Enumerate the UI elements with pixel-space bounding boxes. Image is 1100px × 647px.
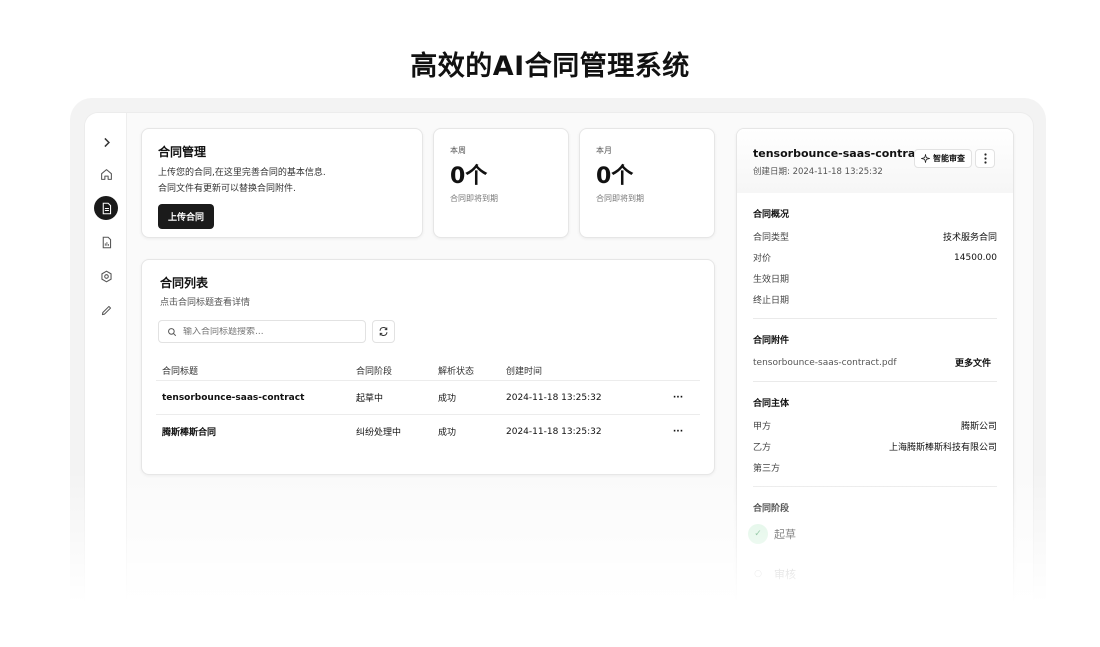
- stages-heading: 合同阶段: [753, 504, 790, 514]
- contract-title-link[interactable]: tensorbounce-saas-contract: [156, 393, 356, 403]
- stat-label: 本月: [596, 146, 612, 155]
- stage-item: ✓ 起草: [748, 520, 997, 548]
- column-header-status[interactable]: 解析状态: [438, 364, 506, 377]
- search-icon: [168, 327, 177, 336]
- pencil-icon[interactable]: [95, 299, 117, 321]
- check-icon: ✓: [748, 524, 768, 544]
- table-header: 合同标题 合同阶段 解析状态 创建时间: [156, 360, 700, 380]
- column-header-stage[interactable]: 合同阶段: [356, 364, 438, 377]
- contract-detail-panel: tensorbounce-saas-contract 创建日期: 2024-11…: [736, 128, 1014, 647]
- contract-title-link[interactable]: 腾斯棒斯合同: [156, 425, 356, 438]
- field-label: 终止日期: [753, 296, 790, 306]
- detail-header: tensorbounce-saas-contract 创建日期: 2024-11…: [737, 129, 1013, 193]
- attachments-heading: 合同附件: [753, 336, 790, 346]
- more-files-button[interactable]: 更多文件: [955, 356, 997, 369]
- more-vertical-icon: [983, 153, 987, 164]
- attachment-row: tensorbounce-saas-contract.pdf 更多文件: [753, 352, 997, 373]
- overview-heading: 合同概况: [753, 210, 790, 220]
- document-icon[interactable]: [94, 196, 118, 220]
- upload-contract-button[interactable]: 上传合同: [158, 204, 215, 229]
- sparkle-icon: [921, 154, 930, 163]
- overview-row: 对价 14500.00: [753, 247, 997, 268]
- stat-card-month: 本月 0个 合同即将到期: [579, 128, 715, 238]
- contract-list-card: 合同列表 点击合同标题查看详情 合同标题 合同阶段 解析状态 创建时间 tens…: [141, 259, 715, 475]
- field-value: 腾斯公司: [960, 422, 997, 432]
- sidebar: [85, 113, 127, 647]
- field-label: 第三方: [753, 464, 781, 474]
- contract-stage: 纠纷处理中: [356, 428, 402, 438]
- field-value: 上海腾斯棒斯科技有限公司: [888, 443, 997, 453]
- overview-section: 合同概况 合同类型 技术服务合同 对价 14500.00 生效日期 终止日期: [737, 193, 1013, 310]
- page-title: 高效的AI合同管理系统: [410, 51, 690, 82]
- contract-list-title: 合同列表: [160, 276, 209, 290]
- settings-icon[interactable]: [95, 265, 117, 287]
- field-value: 技术服务合同: [942, 233, 997, 243]
- more-vertical-button[interactable]: [975, 149, 995, 168]
- column-header-created[interactable]: 创建时间: [506, 364, 656, 377]
- stat-caption: 合同即将到期: [596, 194, 644, 203]
- stage-label: 审核: [774, 568, 796, 581]
- contract-list-subtitle: 点击合同标题查看详情: [160, 298, 251, 308]
- party-row: 甲方 腾斯公司: [753, 415, 997, 436]
- row-more-button[interactable]: ···: [656, 393, 700, 403]
- pending-dot-icon: ○: [754, 569, 762, 579]
- refresh-icon: [379, 327, 388, 336]
- stat-value: 0个: [596, 164, 634, 189]
- management-description: 上传您的合同,在这里完善合同的基本信息.合同文件有更新可以替换合同附件.: [158, 168, 326, 194]
- party-row: 乙方 上海腾斯棒斯科技有限公司: [753, 436, 997, 457]
- search-input[interactable]: [183, 326, 363, 337]
- parties-section: 合同主体 甲方 腾斯公司 乙方 上海腾斯棒斯科技有限公司 第三方: [737, 382, 1013, 478]
- column-header-title[interactable]: 合同标题: [156, 364, 356, 377]
- field-value: 14500.00: [954, 252, 997, 263]
- app-window: 合同管理 上传您的合同,在这里完善合同的基本信息.合同文件有更新可以替换合同附件…: [84, 112, 1034, 647]
- overview-row: 生效日期: [753, 268, 997, 289]
- table-row[interactable]: 腾斯棒斯合同 纠纷处理中 成功 2024-11-18 13:25:32 ···: [156, 414, 700, 448]
- refresh-button[interactable]: [372, 320, 395, 343]
- parse-status: 成功: [438, 394, 457, 404]
- report-icon[interactable]: [95, 231, 117, 253]
- field-label: 甲方: [753, 422, 772, 432]
- party-row: 第三方: [753, 457, 997, 478]
- contract-stage: 起草中: [356, 394, 384, 404]
- stages-section: 合同阶段 ✓ 起草 ○ 审核: [737, 487, 1013, 588]
- field-label: 乙方: [753, 443, 772, 453]
- ai-review-label: 智能审查: [933, 154, 965, 163]
- management-title: 合同管理: [158, 145, 207, 159]
- contract-management-card: 合同管理 上传您的合同,在这里完善合同的基本信息.合同文件有更新可以替换合同附件…: [141, 128, 423, 238]
- parse-status: 成功: [438, 428, 457, 438]
- attachments-section: 合同附件 tensorbounce-saas-contract.pdf 更多文件: [737, 319, 1013, 373]
- overview-row: 终止日期: [753, 289, 997, 310]
- parties-heading: 合同主体: [753, 399, 790, 409]
- stat-caption: 合同即将到期: [450, 194, 498, 203]
- created-time: 2024-11-18 13:25:32: [506, 426, 602, 437]
- created-time: 2024-11-18 13:25:32: [506, 392, 602, 403]
- home-icon[interactable]: [95, 163, 117, 185]
- chevron-right-icon[interactable]: [95, 131, 117, 153]
- attachment-file-link[interactable]: tensorbounce-saas-contract.pdf: [753, 358, 897, 368]
- search-box: [158, 320, 366, 343]
- ai-review-button[interactable]: 智能审查: [914, 149, 972, 168]
- stat-label: 本周: [450, 146, 466, 155]
- stat-card-week: 本周 0个 合同即将到期: [433, 128, 569, 238]
- field-label: 生效日期: [753, 275, 790, 285]
- stat-value: 0个: [450, 164, 488, 189]
- stage-label: 起草: [774, 528, 796, 541]
- overview-row: 合同类型 技术服务合同: [753, 226, 997, 247]
- field-label: 合同类型: [753, 233, 790, 243]
- stage-item: ○ 审核: [753, 560, 997, 588]
- field-label: 对价: [753, 254, 772, 264]
- row-more-button[interactable]: ···: [656, 427, 700, 437]
- table-row[interactable]: tensorbounce-saas-contract 起草中 成功 2024-1…: [156, 380, 700, 414]
